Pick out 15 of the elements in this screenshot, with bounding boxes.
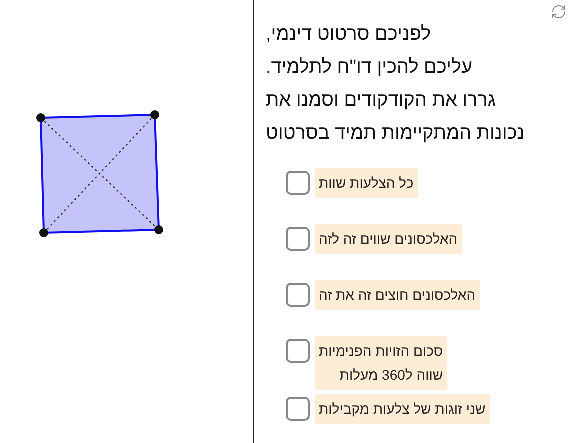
checkbox[interactable] <box>286 227 310 251</box>
instruction-text: גררו את הקודקודים וסמנו את <box>266 89 496 113</box>
option-label: סכום הזויות הפנימיות שווה ל360 מעלות <box>315 336 448 390</box>
instruction-text: עליכם להכין דו"ח לתלמיד. <box>266 56 473 80</box>
option-label: כל הצלעות שוות <box>315 168 418 198</box>
instruction-text: לפניכם סרטוט דינמי, <box>266 23 432 47</box>
option-label: האלכסונים שווים זה לזה <box>315 224 462 254</box>
checkbox[interactable] <box>286 397 310 421</box>
checkbox[interactable] <box>286 171 310 195</box>
option-label: שני זוגות של צלעות מקבילות <box>315 394 490 424</box>
instruction-text: נכונות המתקיימות תמיד בסרטוט <box>266 122 525 146</box>
refresh-icon[interactable] <box>551 4 567 20</box>
checkbox[interactable] <box>286 283 310 307</box>
option-label: האלכסונים חוצים זה את זה <box>315 280 480 310</box>
checkbox[interactable] <box>286 339 310 363</box>
